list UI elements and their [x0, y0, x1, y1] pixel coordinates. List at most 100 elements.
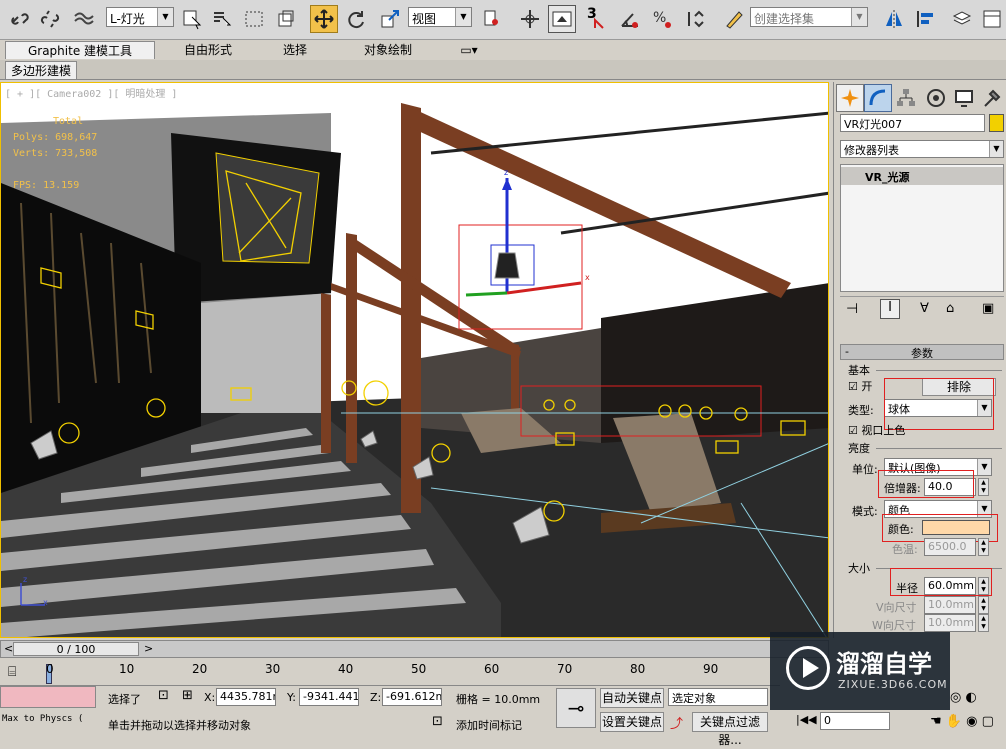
- temp-spinner[interactable]: ▲ ▼: [978, 538, 989, 556]
- maxscript-listener[interactable]: [0, 686, 96, 708]
- remove-modifier-icon[interactable]: ⌂: [946, 301, 954, 316]
- w-size-field[interactable]: 10.0mm: [924, 614, 976, 632]
- window-crossing-icon[interactable]: [272, 5, 300, 33]
- timeline-tick-label: 10: [119, 662, 135, 676]
- make-unique-icon[interactable]: ∀: [920, 301, 929, 316]
- motion-tab-icon[interactable]: [922, 84, 950, 112]
- auto-key-button[interactable]: 自动关键点: [600, 688, 664, 708]
- tab-selection[interactable]: 选择: [270, 41, 320, 59]
- angle-snap-icon[interactable]: [616, 5, 644, 33]
- scene-render: [1, 83, 828, 637]
- rotate-icon[interactable]: [342, 5, 370, 33]
- highlight-multiplier: [878, 470, 974, 498]
- hierarchy-tab-icon[interactable]: [892, 84, 920, 112]
- edit-named-selection-icon[interactable]: [720, 5, 748, 33]
- scale-icon[interactable]: [376, 5, 404, 33]
- keyboard-shortcut-icon[interactable]: [548, 5, 576, 33]
- object-color-swatch[interactable]: [989, 114, 1004, 132]
- time-tag-icon[interactable]: ⊡: [432, 714, 443, 729]
- timeline-tick-label: 40: [338, 662, 354, 676]
- next-frame-icon[interactable]: >: [144, 642, 153, 655]
- align-icon[interactable]: [912, 5, 940, 33]
- named-selection-dropdown[interactable]: 创建选择集 ▼: [750, 7, 868, 27]
- y-label: Y:: [287, 691, 296, 704]
- manipulate-icon[interactable]: [516, 5, 544, 33]
- ref-coord-dropdown[interactable]: 视图 ▼: [408, 7, 472, 27]
- graphite-toggle-icon[interactable]: [978, 5, 1006, 33]
- main-toolbar: L-灯光 ▼ 视图 ▼ 3 % 创建选择集 ▼: [0, 0, 1006, 40]
- pin-stack-icon[interactable]: ⊣: [846, 301, 858, 317]
- link-icon[interactable]: [6, 5, 34, 33]
- time-slider-track[interactable]: < 0 / 100 >: [0, 640, 829, 658]
- multiplier-spinner[interactable]: ▲ ▼: [978, 478, 989, 496]
- gizmo-x-label: x: [585, 273, 590, 282]
- create-tab-icon[interactable]: [836, 84, 864, 112]
- basic-group-label: 基本: [848, 364, 870, 377]
- viewport-label[interactable]: [ + ][ Camera002 ][ 明暗处理 ]: [5, 85, 177, 100]
- rollout-header[interactable]: - 参数: [840, 344, 1004, 360]
- v-size-label: V向尺寸: [876, 601, 917, 614]
- group-divider: [876, 370, 1002, 371]
- z-label: Z:: [370, 691, 382, 704]
- selection-count: 选择了: [108, 693, 141, 706]
- mirror-icon[interactable]: [880, 5, 908, 33]
- camera-viewport[interactable]: [ + ][ Camera002 ][ 明暗处理 ] Total Polys: …: [0, 82, 829, 638]
- set-key-button[interactable]: 设置关键点: [600, 712, 664, 732]
- current-frame-field[interactable]: 0: [820, 712, 890, 730]
- temp-field[interactable]: 6500.0: [924, 538, 976, 556]
- show-end-result-icon[interactable]: I: [880, 299, 900, 319]
- v-size-field[interactable]: 10.0mm: [924, 596, 976, 614]
- z-coord-field[interactable]: -691.612m: [382, 688, 442, 706]
- prev-frame-icon[interactable]: <: [4, 642, 13, 655]
- snap-toggle-icon[interactable]: 3: [584, 5, 612, 33]
- modifier-list-dropdown[interactable]: 修改器列表 ▼: [840, 140, 1004, 158]
- named-selection-placeholder: 创建选择集: [754, 12, 815, 26]
- selection-filter-dropdown[interactable]: L-灯光 ▼: [106, 7, 174, 27]
- tab-freeform[interactable]: 自由形式: [168, 41, 248, 59]
- pan-icon[interactable]: ☚ ✋ ◉ ▢: [930, 714, 994, 729]
- selected-object-dropdown[interactable]: 选定对象: [668, 688, 768, 706]
- tab-poly-modeling[interactable]: 多边形建模: [5, 61, 77, 79]
- curve-editor-icon[interactable]: ⌸: [8, 664, 16, 680]
- w-size-spinner[interactable]: ▲ ▼: [978, 614, 989, 632]
- on-checkbox[interactable]: ☑ 开: [848, 378, 872, 394]
- chevron-down-icon: ▼: [989, 141, 1003, 157]
- stack-item-vr-light[interactable]: VR_光源: [841, 167, 1003, 185]
- unlink-icon[interactable]: [36, 5, 64, 33]
- set-key-icon[interactable]: ⊸: [556, 688, 596, 728]
- configure-sets-icon[interactable]: ▣: [982, 301, 994, 316]
- spinner-snap-icon[interactable]: [680, 5, 708, 33]
- x-coord-field[interactable]: 4435.781m: [216, 688, 276, 706]
- time-slider-thumb[interactable]: 0 / 100: [13, 642, 139, 656]
- key-mode-icon[interactable]: ⤴: [670, 713, 683, 732]
- axis-x-label: x: [43, 598, 48, 607]
- timeline-ruler[interactable]: ⌸ 0 10 20 30 40 50 60 70 80 90: [0, 660, 780, 686]
- modify-tab-icon[interactable]: [864, 84, 892, 112]
- select-by-name-icon[interactable]: [208, 5, 236, 33]
- object-name-field[interactable]: VR灯光007: [840, 114, 985, 132]
- v-size-spinner[interactable]: ▲ ▼: [978, 596, 989, 614]
- absolute-mode-icon[interactable]: ⊞: [182, 688, 193, 703]
- select-and-move-icon[interactable]: [310, 5, 338, 33]
- viewport-color-checkbox[interactable]: ☑ 视口上色: [848, 422, 905, 438]
- tab-graphite[interactable]: Graphite 建模工具: [5, 41, 155, 59]
- select-object-icon[interactable]: [178, 5, 206, 33]
- utilities-tab-icon[interactable]: [978, 84, 1006, 112]
- layer-manager-icon[interactable]: [948, 5, 976, 33]
- rect-selection-icon[interactable]: [240, 5, 268, 33]
- on-label: 开: [861, 380, 873, 393]
- display-tab-icon[interactable]: [950, 84, 978, 112]
- key-filters-button[interactable]: 关键点过滤器...: [692, 712, 768, 747]
- ribbon-options-icon[interactable]: ▭▾: [455, 41, 483, 59]
- y-coord-field[interactable]: -9341.441i: [299, 688, 359, 706]
- timeline-tick-label: 90: [703, 662, 719, 676]
- tab-object-paint[interactable]: 对象绘制: [348, 41, 428, 59]
- viewport-nav-icon[interactable]: ◎ ◐: [950, 690, 977, 705]
- pivot-center-icon[interactable]: [478, 5, 506, 33]
- bind-spacewarp-icon[interactable]: [70, 5, 98, 33]
- svg-text:%: %: [653, 10, 666, 26]
- add-time-tag[interactable]: 添加时间标记: [456, 717, 522, 733]
- percent-snap-icon[interactable]: %: [648, 5, 676, 33]
- lock-selection-icon[interactable]: ⊡: [158, 688, 169, 703]
- goto-start-icon[interactable]: |◀◀: [796, 713, 817, 726]
